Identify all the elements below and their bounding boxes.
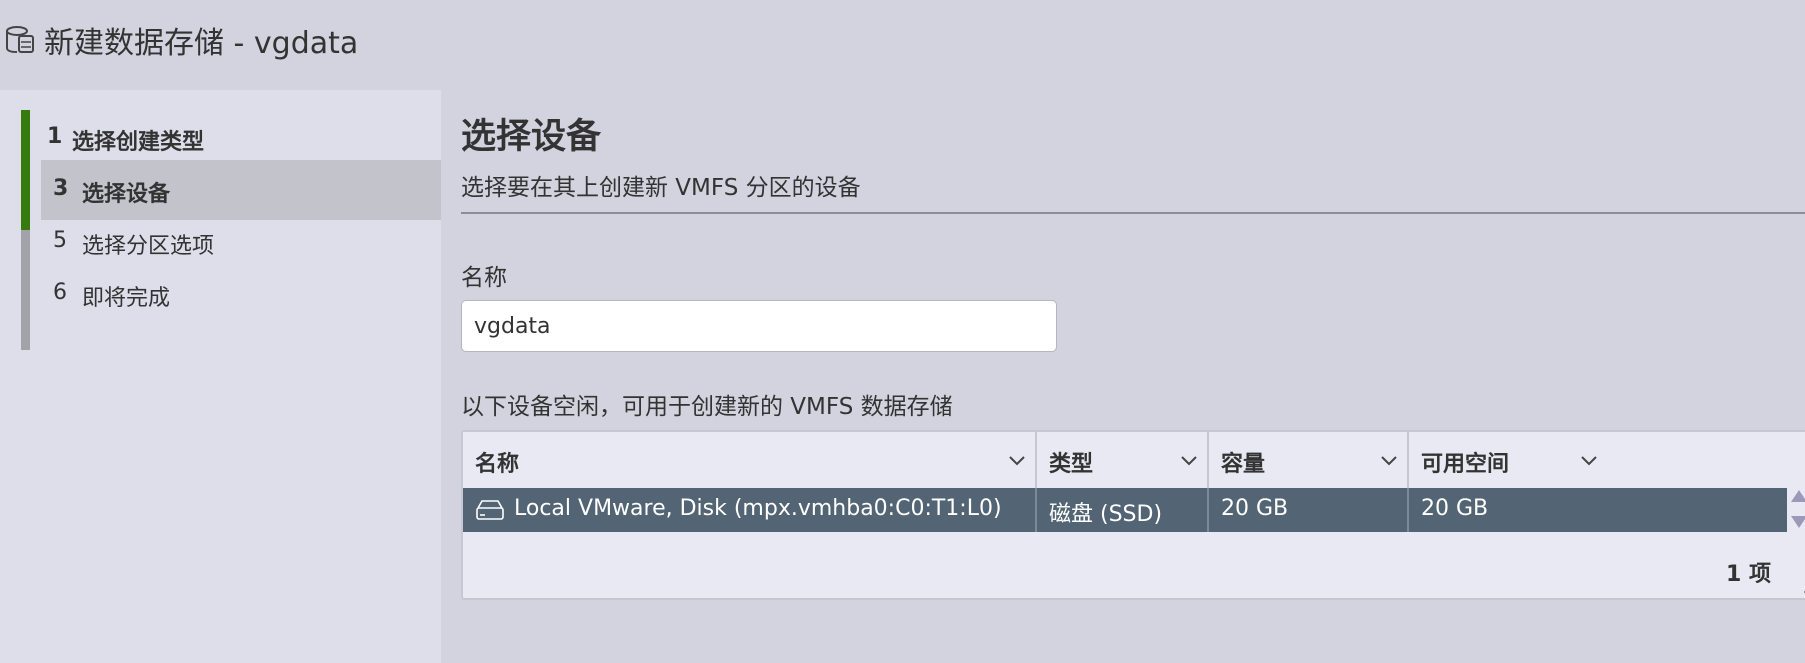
column-header-label: 可用空间 (1421, 452, 1510, 477)
wizard-content: 选择设备 选择要在其上创建新 VMFS 分区的设备 名称 以下设备空闲，可用于创… (441, 90, 1805, 663)
item-count: 1 项 (1726, 562, 1771, 587)
page-title: 选择设备 (461, 117, 602, 157)
device-table: 名称 类型 容量 可用空间 Local VMware, Disk (mpx.vm… (461, 430, 1805, 600)
step-number: 3 (53, 176, 69, 201)
chevron-down-icon[interactable] (1379, 450, 1399, 470)
wizard-sidebar: 1 选择创建类型 3 选择设备 5 选择分区选项 6 即将完成 (0, 90, 441, 663)
step-label: 选择设备 (82, 182, 171, 207)
step-label: 选择分区选项 (82, 234, 215, 259)
table-row[interactable]: Local VMware, Disk (mpx.vmhba0:C0:T1:L0)… (463, 488, 1787, 532)
step-label: 选择创建类型 (72, 130, 205, 155)
device-capacity: 20 GB (1221, 496, 1289, 521)
wizard-step-select-type[interactable]: 1 选择创建类型 (41, 108, 441, 168)
device-name: Local VMware, Disk (mpx.vmhba0:C0:T1:L0) (514, 496, 1002, 521)
wizard-step-ready-to-complete[interactable]: 6 即将完成 (41, 264, 441, 324)
column-header-name[interactable]: 名称 (463, 432, 1037, 488)
chevron-down-icon[interactable] (1579, 450, 1599, 470)
datastore-icon (6, 26, 34, 53)
step-number: 1 (47, 124, 63, 149)
column-header-label: 容量 (1221, 452, 1266, 477)
wizard-step-select-device[interactable]: 3 选择设备 (41, 160, 441, 220)
cell-device-type: 磁盘 (SSD) (1037, 488, 1209, 532)
wizard-step-partition-options[interactable]: 5 选择分区选项 (41, 212, 441, 272)
progress-rail-done (21, 110, 30, 230)
window-titlebar: 新建数据存储 - vgdata (0, 0, 1805, 90)
devices-info-text: 以下设备空闲，可用于创建新的 VMFS 数据存储 (461, 394, 953, 420)
column-header-label: 类型 (1049, 452, 1094, 477)
column-header-type[interactable]: 类型 (1037, 432, 1209, 488)
cell-device-capacity: 20 GB (1209, 488, 1409, 532)
table-header: 名称 类型 容量 可用空间 (463, 432, 1805, 488)
scroll-up-arrow-icon[interactable] (1791, 490, 1805, 502)
scroll-down-arrow-icon[interactable] (1791, 516, 1805, 528)
chevron-down-icon[interactable] (1007, 450, 1027, 470)
cell-device-free: 20 GB (1409, 488, 1787, 532)
column-header-capacity[interactable]: 容量 (1209, 432, 1409, 488)
progress-rail-todo (21, 230, 30, 350)
page-subtitle: 选择要在其上创建新 VMFS 分区的设备 (461, 175, 861, 201)
step-number: 6 (53, 280, 67, 305)
divider (461, 212, 1805, 214)
step-number: 5 (53, 228, 67, 253)
datastore-name-input[interactable] (461, 300, 1057, 352)
column-header-label: 名称 (475, 452, 520, 477)
chevron-down-icon[interactable] (1179, 450, 1199, 470)
window-title: 新建数据存储 - vgdata (44, 26, 359, 61)
cell-device-name: Local VMware, Disk (mpx.vmhba0:C0:T1:L0) (463, 488, 1037, 532)
column-header-free-space[interactable]: 可用空间 (1409, 432, 1789, 488)
device-free-space: 20 GB (1421, 496, 1489, 521)
name-field-label: 名称 (461, 265, 507, 291)
device-type: 磁盘 (SSD) (1049, 502, 1163, 527)
resize-grip-icon[interactable] (1801, 580, 1805, 594)
step-label: 即将完成 (82, 286, 171, 311)
disk-icon (476, 500, 504, 520)
